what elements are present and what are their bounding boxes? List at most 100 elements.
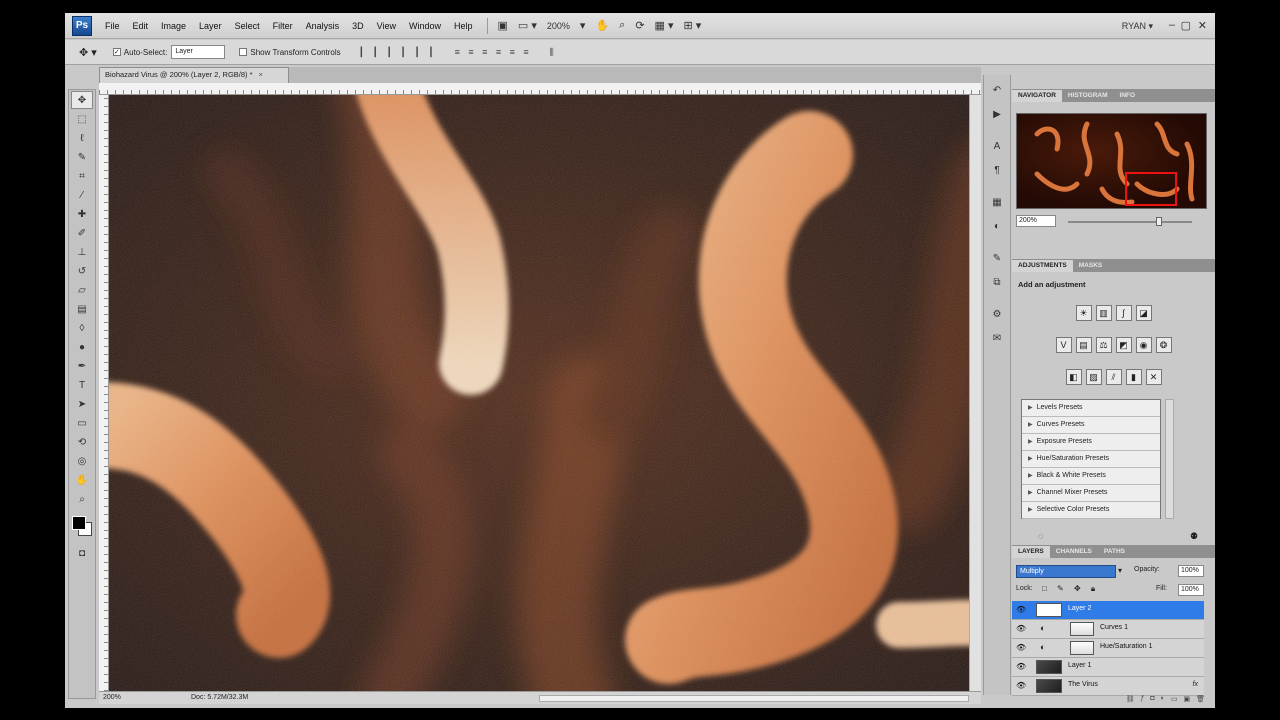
align-icons-group[interactable]: ┃ ┃ ┃ ┃ ┃ ┃ (359, 47, 437, 58)
hue-saturation-icon[interactable]: ▤ (1075, 337, 1092, 353)
preset-item[interactable]: ▶ Selective Color Presets (1022, 502, 1160, 519)
lock-icons-group[interactable]: □ ✎ ✥ 🔒︎ (1042, 584, 1099, 594)
menu-edit[interactable]: Edit (133, 21, 149, 31)
swatches-panel-icon[interactable]: ▦ (987, 193, 1007, 211)
menu-select[interactable]: Select (235, 21, 260, 31)
maximize-icon[interactable]: ▢ (1181, 19, 1191, 32)
path-selection-tool-icon[interactable]: ➤ (71, 395, 93, 413)
tab-masks[interactable]: MASKS (1073, 260, 1108, 272)
layer-row[interactable]: 👁︎ The Virus fx (1012, 677, 1204, 696)
history-panel-icon[interactable]: ↶ (987, 81, 1007, 99)
visibility-eye-icon[interactable]: 👁︎ (1016, 643, 1026, 652)
curves-icon[interactable]: ∫ (1115, 305, 1132, 321)
zoom-tool-icon[interactable]: ⌕ (71, 490, 93, 508)
blend-mode-select[interactable]: Multiply (1016, 565, 1116, 578)
tab-info[interactable]: INFO (1114, 90, 1142, 102)
preset-item[interactable]: ▶ Hue/Saturation Presets (1022, 451, 1160, 468)
paragraph-panel-icon[interactable]: ¶ (987, 161, 1007, 179)
move-tool-preset-icon[interactable]: ✥ ▾ (79, 46, 97, 59)
photo-filter-icon[interactable]: ◉ (1135, 337, 1152, 353)
menu-window[interactable]: Window (409, 21, 441, 31)
layer-row[interactable]: 👁︎ Layer 2 (1012, 601, 1204, 620)
menu-layer[interactable]: Layer (199, 21, 222, 31)
menu-help[interactable]: Help (454, 21, 473, 31)
delete-layer-icon[interactable]: 🗑︎ (1196, 695, 1205, 705)
brushes-panel-icon[interactable]: ✎ (987, 249, 1007, 267)
foreground-color-swatch[interactable] (72, 516, 86, 530)
hand-tool-icon[interactable]: ✋ (595, 19, 609, 32)
clone-stamp-tool-icon[interactable]: ⊥ (71, 243, 93, 261)
menu-analysis[interactable]: Analysis (306, 21, 340, 31)
add-style-icon[interactable]: ƒ (1140, 695, 1144, 705)
vertical-scrollbar[interactable] (969, 95, 981, 691)
close-document-icon[interactable]: × (259, 70, 263, 79)
show-transform-checkbox[interactable]: Show Transform Controls (239, 48, 341, 57)
tab-adjustments[interactable]: ADJUSTMENTS (1012, 260, 1073, 272)
status-zoom[interactable]: 200% (103, 692, 121, 704)
tab-histogram[interactable]: HISTOGRAM (1062, 90, 1114, 102)
distribute-icons-group[interactable]: ≡ ≡ ≡ ≡ ≡ ≡ (455, 47, 532, 57)
threshold-icon[interactable]: ⫽ (1105, 369, 1122, 385)
visibility-eye-icon[interactable]: 👁︎ (1016, 662, 1026, 671)
menu-image[interactable]: Image (161, 21, 186, 31)
vibrance-icon[interactable]: V (1055, 337, 1072, 353)
close-icon[interactable]: ✕ (1198, 19, 1207, 32)
styles-panel-icon[interactable]: ◐ (987, 217, 1007, 235)
navigator-zoom-field[interactable]: 200% (1016, 215, 1056, 227)
brightness-contrast-icon[interactable]: ☀ (1075, 305, 1092, 321)
layer-row[interactable]: 👁︎ ◐ Hue/Saturation 1 (1012, 639, 1204, 658)
menu-view[interactable]: View (377, 21, 396, 31)
visibility-eye-icon[interactable]: 👁︎ (1016, 681, 1026, 690)
shape-tool-icon[interactable]: ▭ (71, 414, 93, 432)
healing-brush-tool-icon[interactable]: ✚ (71, 205, 93, 223)
preset-item[interactable]: ▶ Levels Presets (1022, 400, 1160, 417)
tab-layers[interactable]: LAYERS (1012, 546, 1050, 558)
selective-color-icon[interactable]: ✕ (1145, 369, 1162, 385)
adjustment-view-icon[interactable]: ◌ (1038, 531, 1043, 541)
black-white-icon[interactable]: ◩ (1115, 337, 1132, 353)
menu-filter[interactable]: Filter (273, 21, 293, 31)
layer-row[interactable]: 👁︎ ◐ Curves 1 (1012, 620, 1204, 639)
3d-orbit-tool-icon[interactable]: ◎ (71, 452, 93, 470)
opacity-field[interactable]: 100% (1178, 565, 1204, 577)
quick-mask-icon[interactable]: ◘ (71, 544, 93, 562)
workspace-user-label[interactable]: RYAN ▾ (1122, 21, 1153, 32)
auto-select-target-select[interactable]: Layer (171, 45, 226, 59)
document-canvas[interactable] (109, 95, 969, 691)
add-mask-icon[interactable]: ◘ (1150, 695, 1154, 705)
horizontal-scrollbar[interactable] (539, 695, 969, 702)
preset-item[interactable]: ▶ Exposure Presets (1022, 434, 1160, 451)
quick-select-tool-icon[interactable]: ✎ (71, 148, 93, 166)
hand-tool-icon[interactable]: ✋ (71, 471, 93, 489)
link-layers-icon[interactable]: ⛓ (1126, 695, 1135, 705)
arrange-documents-icon[interactable]: ⊞ ▾ (684, 19, 702, 32)
menu-3d[interactable]: 3D (352, 21, 364, 31)
notes-panel-icon[interactable]: ✉ (987, 329, 1007, 347)
zoom-tool-icon[interactable]: ⌕ (619, 19, 625, 32)
move-tool-icon[interactable]: ✥ (71, 91, 93, 109)
document-tab[interactable]: Biohazard Virus @ 200% (Layer 2, RGB/8) … (99, 67, 289, 83)
new-layer-icon[interactable]: ▣ (1183, 695, 1190, 705)
actions-panel-icon[interactable]: ▶ (987, 105, 1007, 123)
color-swatches[interactable] (70, 514, 94, 538)
preset-item[interactable]: ▶ Black & White Presets (1022, 468, 1160, 485)
channel-mixer-icon[interactable]: ❂ (1155, 337, 1172, 353)
levels-icon[interactable]: ▥ (1095, 305, 1112, 321)
blur-tool-icon[interactable]: ◊ (71, 319, 93, 337)
navigator-view-box[interactable] (1125, 172, 1177, 206)
tab-paths[interactable]: PATHS (1098, 546, 1131, 558)
screen-mode-icon[interactable]: ▭ ▾ (518, 19, 537, 32)
type-tool-icon[interactable]: T (71, 376, 93, 394)
color-balance-icon[interactable]: ⚖ (1095, 337, 1112, 353)
rotate-view-icon[interactable]: ⟳ (635, 19, 644, 32)
tab-navigator[interactable]: NAVIGATOR (1012, 90, 1062, 102)
minimize-icon[interactable]: – (1169, 19, 1175, 31)
marquee-tool-icon[interactable]: ⬚ (71, 110, 93, 128)
navigator-thumbnail[interactable] (1016, 113, 1207, 209)
menu-file[interactable]: File (105, 21, 120, 31)
character-panel-icon[interactable]: A (987, 137, 1007, 155)
adjustment-clip-icon[interactable]: ⚉ (1190, 531, 1198, 542)
gradient-tool-icon[interactable]: ▤ (71, 300, 93, 318)
dodge-tool-icon[interactable]: ● (71, 338, 93, 356)
tool-presets-icon[interactable]: ⚙ (987, 305, 1007, 323)
